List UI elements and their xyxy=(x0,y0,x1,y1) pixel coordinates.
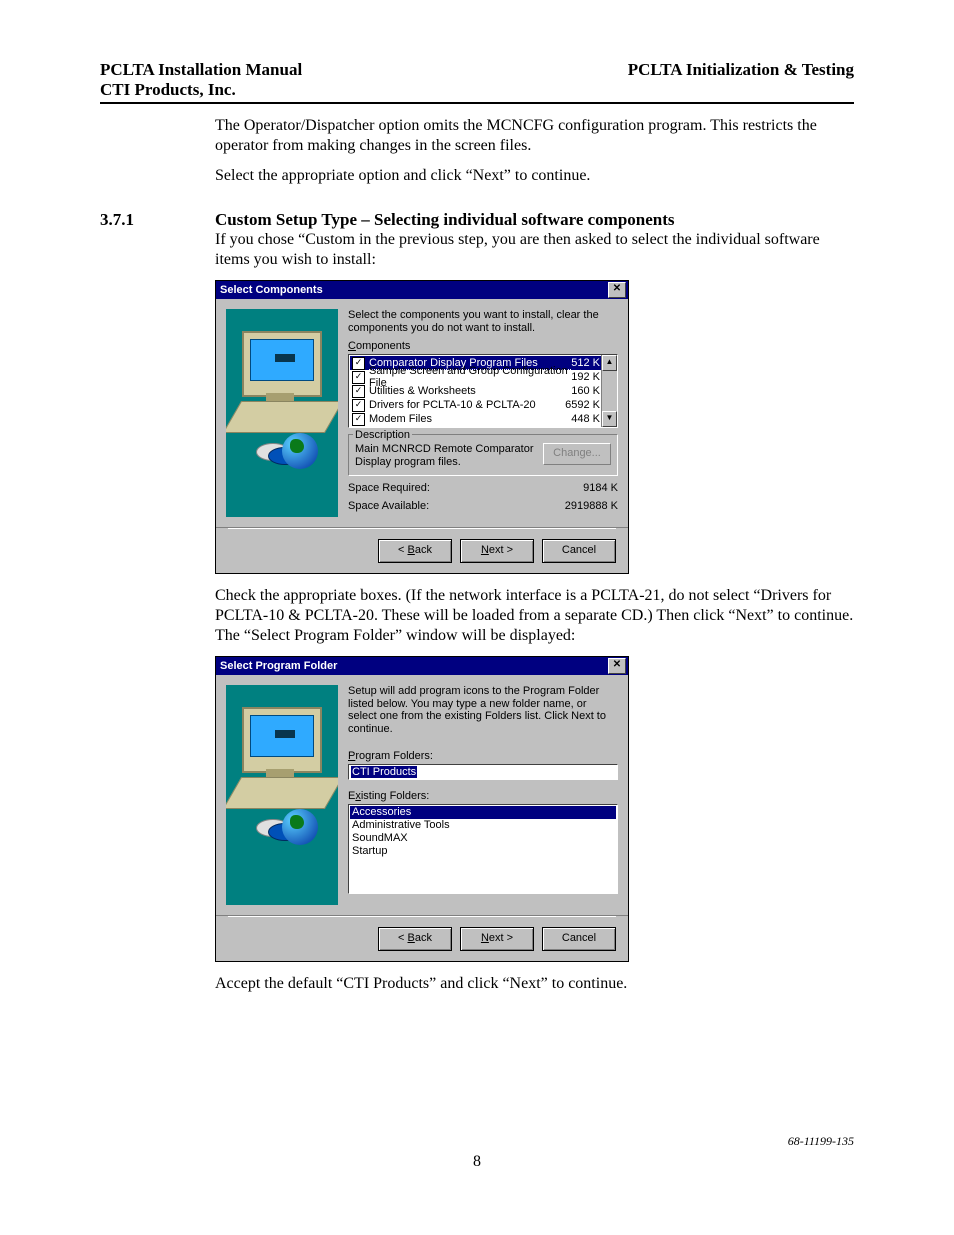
next-button[interactable]: Next > xyxy=(460,539,534,563)
checkbox-icon[interactable]: ✓ xyxy=(352,413,365,426)
dialog2-title: Select Program Folder xyxy=(220,660,337,672)
final-paragraph: Accept the default “CTI Products” and cl… xyxy=(215,974,854,994)
space-required-label: Space Required: xyxy=(348,482,430,494)
existing-folders-label: Existing Folders: xyxy=(348,790,618,802)
intro-paragraph-2: Select the appropriate option and click … xyxy=(215,166,854,186)
section-title: Custom Setup Type – Selecting individual… xyxy=(215,210,854,230)
dialog1-instructions: Select the components you want to instal… xyxy=(348,309,618,334)
scrollbar[interactable]: ▲ ▼ xyxy=(601,355,617,427)
component-size: 448 K xyxy=(571,413,600,425)
components-label: Components xyxy=(348,340,618,352)
dialog1-title: Select Components xyxy=(220,284,323,296)
program-folder-input[interactable]: CTI Products xyxy=(348,764,618,780)
component-row[interactable]: ✓Sample Screen and Group Configuration F… xyxy=(350,370,616,384)
space-available-label: Space Available: xyxy=(348,500,429,512)
doc-number: 68-11199-135 xyxy=(788,1134,854,1149)
section-number: 3.7.1 xyxy=(100,210,215,230)
component-size: 160 K xyxy=(571,385,600,397)
program-folders-label: Program Folders: xyxy=(348,750,618,762)
components-listbox[interactable]: ✓Comparator Display Program Files512 K✓S… xyxy=(348,354,618,428)
checkbox-icon[interactable]: ✓ xyxy=(352,399,365,412)
component-size: 192 K xyxy=(571,371,600,383)
component-name: Utilities & Worksheets xyxy=(369,385,571,397)
installer-graphic xyxy=(226,309,338,517)
component-row[interactable]: ✓ Utilities & Worksheets160 K xyxy=(350,384,616,398)
close-icon[interactable]: ✕ xyxy=(608,658,626,674)
space-available-value: 2919888 K xyxy=(565,500,618,512)
header-divider xyxy=(100,102,854,104)
select-program-folder-dialog: Select Program Folder ✕ Setup will add p… xyxy=(215,656,629,962)
component-size: 6592 K xyxy=(565,399,600,411)
cancel-button[interactable]: Cancel xyxy=(542,539,616,563)
checkbox-icon[interactable]: ✓ xyxy=(352,357,365,370)
back-button[interactable]: < Back xyxy=(378,927,452,951)
checkbox-icon[interactable]: ✓ xyxy=(352,385,365,398)
component-size: 512 K xyxy=(571,357,600,369)
intro-paragraph-1: The Operator/Dispatcher option omits the… xyxy=(215,116,854,156)
component-name: Drivers for PCLTA-10 & PCLTA-20 xyxy=(369,399,565,411)
dialog2-instructions: Setup will add program icons to the Prog… xyxy=(348,685,618,736)
header-title-left-2: CTI Products, Inc. xyxy=(100,80,302,100)
component-row[interactable]: ✓ Modem Files448 K xyxy=(350,412,616,426)
checkbox-icon[interactable]: ✓ xyxy=(352,371,365,384)
page-number: 8 xyxy=(100,1153,854,1171)
section-paragraph-1: If you chose “Custom in the previous ste… xyxy=(215,230,854,270)
component-row[interactable]: ✓ Drivers for PCLTA-10 & PCLTA-206592 K xyxy=(350,398,616,412)
description-text: Main MCNRCD Remote Comparator Display pr… xyxy=(355,443,537,468)
scroll-up-icon[interactable]: ▲ xyxy=(602,355,617,371)
list-item[interactable]: Accessories xyxy=(350,806,616,819)
next-button[interactable]: Next > xyxy=(460,927,534,951)
back-button[interactable]: < Back xyxy=(378,539,452,563)
space-required-value: 9184 K xyxy=(583,482,618,494)
existing-folders-listbox[interactable]: AccessoriesAdministrative ToolsSoundMAXS… xyxy=(348,804,618,894)
list-item[interactable]: Startup xyxy=(350,845,616,858)
installer-graphic xyxy=(226,685,338,905)
list-item[interactable]: SoundMAX xyxy=(350,832,616,845)
description-label: Description xyxy=(353,429,412,441)
scroll-down-icon[interactable]: ▼ xyxy=(602,411,617,427)
component-name: Modem Files xyxy=(369,413,571,425)
list-item[interactable]: Administrative Tools xyxy=(350,819,616,832)
close-icon[interactable]: ✕ xyxy=(608,282,626,298)
select-components-dialog: Select Components ✕ Select the component… xyxy=(215,280,629,574)
change-button: Change... xyxy=(543,443,611,465)
header-title-right: PCLTA Initialization & Testing xyxy=(628,60,854,100)
mid-paragraph-1: Check the appropriate boxes. (If the net… xyxy=(215,586,854,646)
cancel-button[interactable]: Cancel xyxy=(542,927,616,951)
header-title-left-1: PCLTA Installation Manual xyxy=(100,60,302,80)
